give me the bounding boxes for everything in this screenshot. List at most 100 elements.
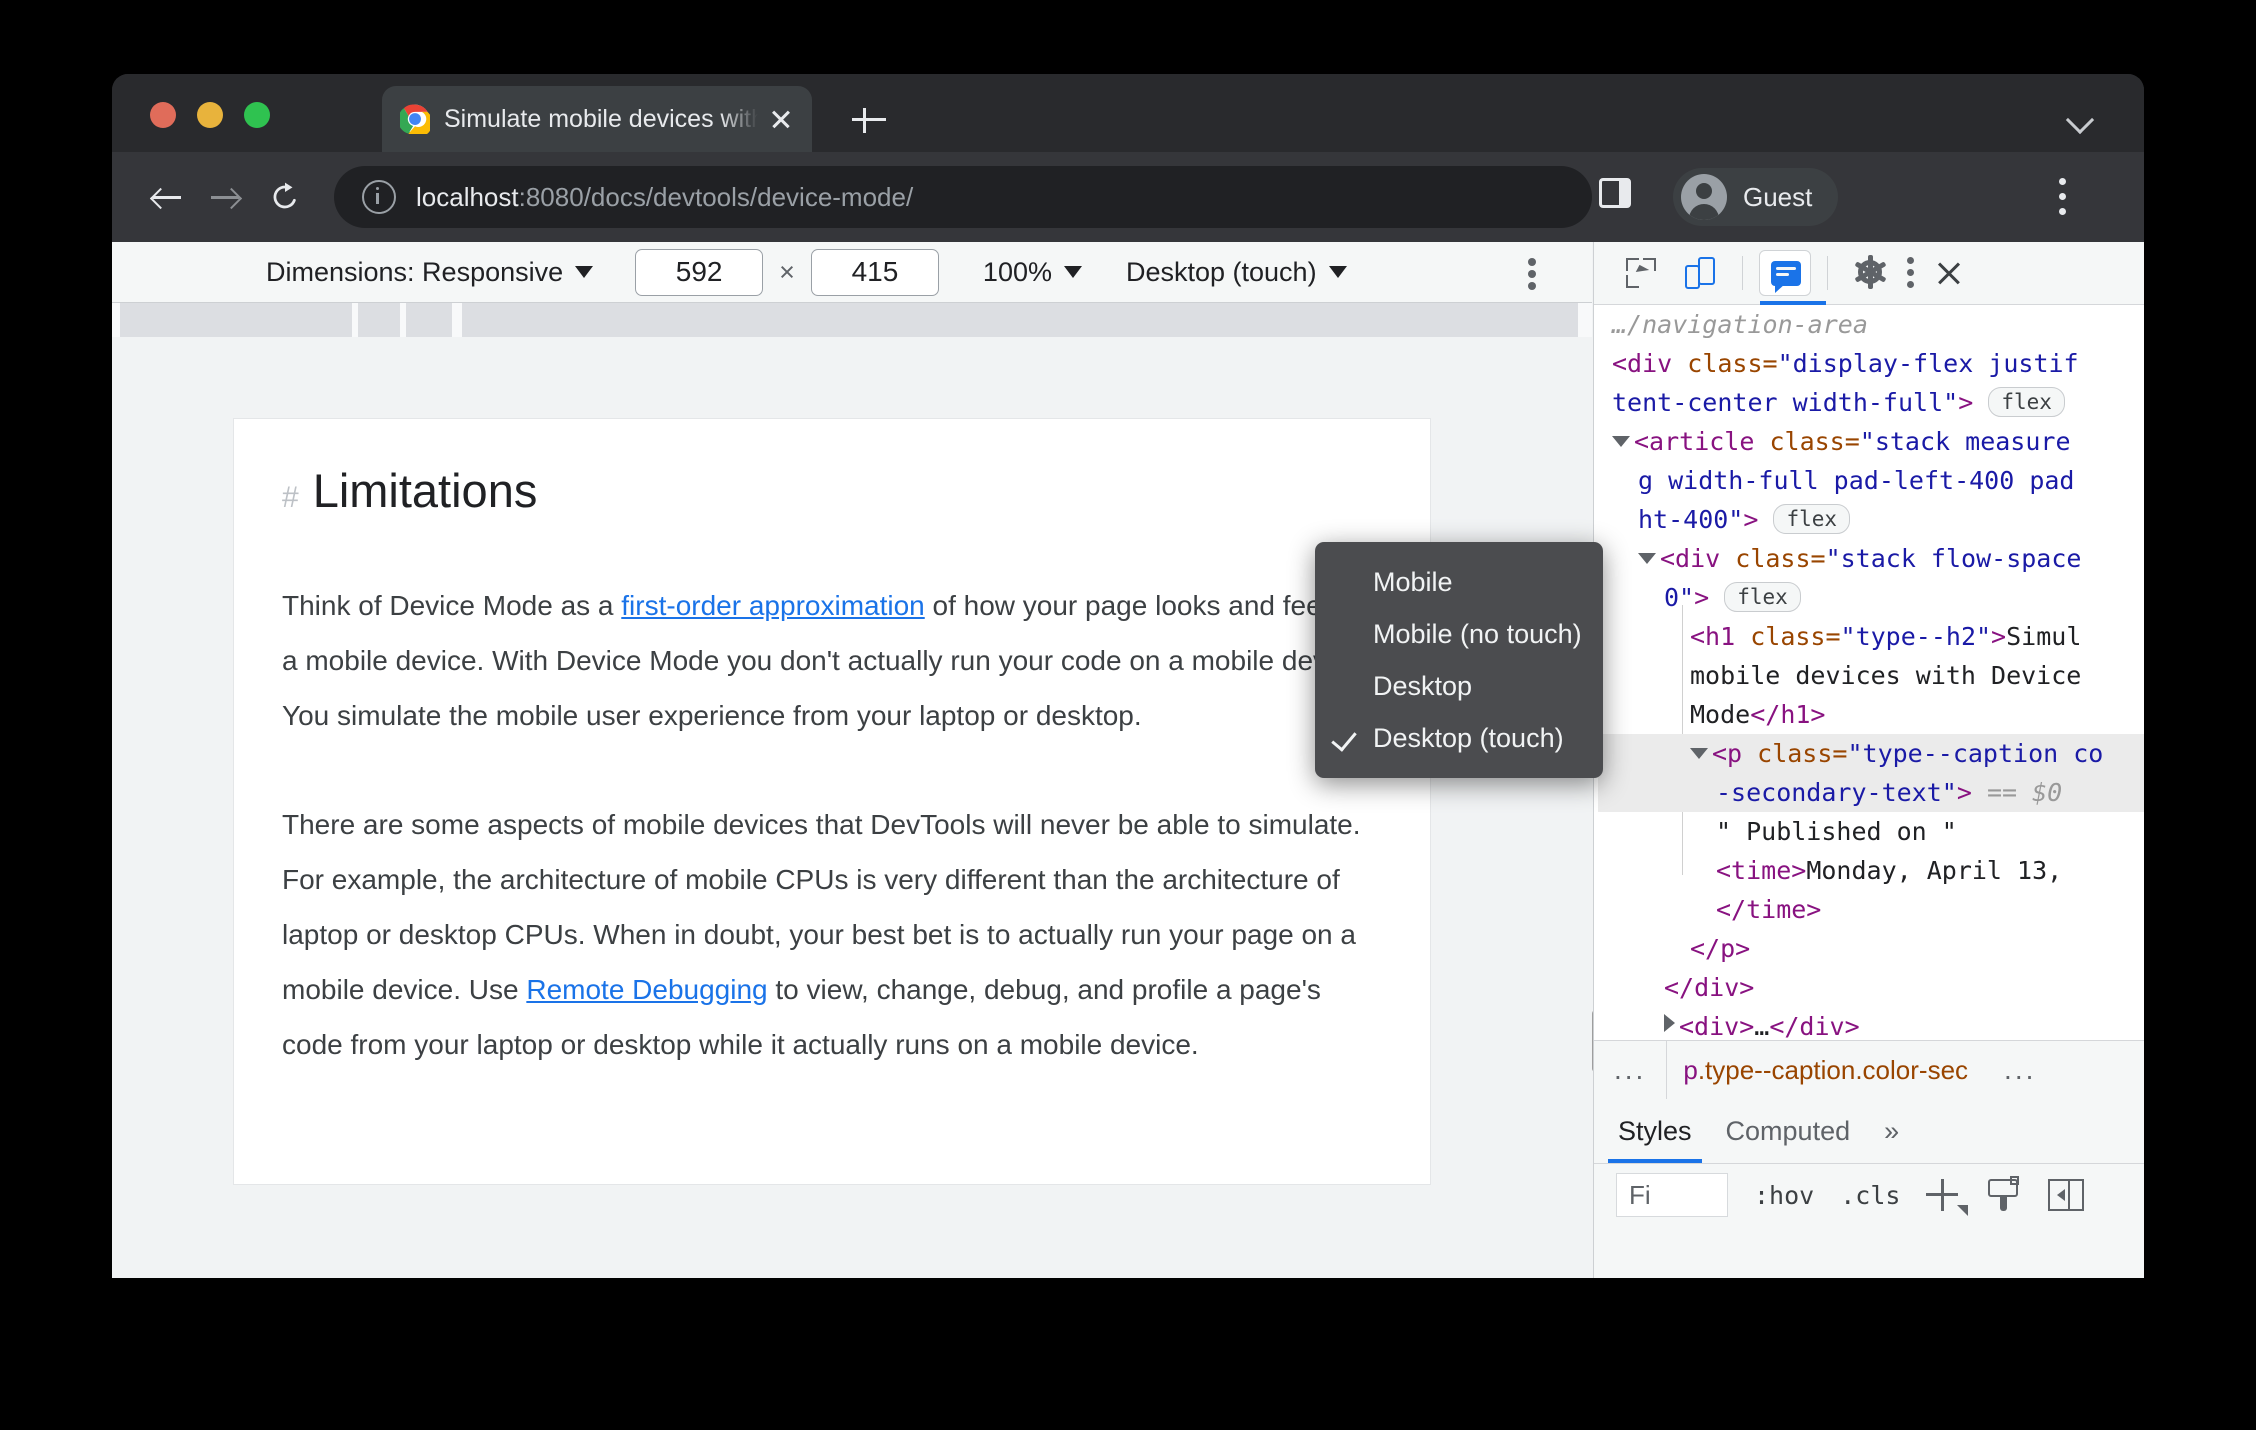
paragraph-2: There are some aspects of mobile devices… bbox=[282, 797, 1382, 1072]
maximize-window-button[interactable] bbox=[244, 102, 270, 128]
p1-before: Think of Device Mode as a bbox=[282, 590, 622, 621]
dom-tree-line[interactable]: <div class="stack flow-space bbox=[1598, 539, 2144, 578]
dom-tree-line[interactable]: …/navigation-area bbox=[1598, 305, 2144, 344]
dom-tree-line[interactable]: <div class="display-flex justif bbox=[1598, 344, 2144, 383]
expand-arrow-icon[interactable] bbox=[1638, 553, 1656, 564]
profile-label: Guest bbox=[1743, 181, 1813, 212]
elements-panel-icon[interactable] bbox=[1759, 250, 1811, 296]
collapse-arrow-icon[interactable] bbox=[1664, 1014, 1675, 1032]
dom-tree-line[interactable]: Mode</h1> bbox=[1598, 695, 2144, 734]
class-toggle-button[interactable]: .cls bbox=[1840, 1181, 1900, 1210]
close-tab-button[interactable] bbox=[764, 102, 798, 136]
expand-arrow-icon[interactable] bbox=[1690, 748, 1708, 759]
browser-menu-icon[interactable] bbox=[2057, 178, 2067, 222]
dimension-separator: × bbox=[779, 256, 795, 287]
inspect-icon[interactable] bbox=[1616, 250, 1668, 296]
dom-tree-line[interactable]: " Published on " bbox=[1598, 812, 2144, 851]
heading-text: Limitations bbox=[312, 464, 538, 517]
more-tabs-icon[interactable]: » bbox=[1884, 1116, 1899, 1147]
height-input[interactable] bbox=[810, 248, 939, 296]
preset-segment[interactable] bbox=[358, 303, 400, 337]
dimensions-dropdown[interactable]: Dimensions: Responsive bbox=[266, 256, 594, 288]
close-window-button[interactable] bbox=[150, 102, 176, 128]
url-text: localhost:8080/docs/devtools/device-mode… bbox=[416, 182, 913, 213]
address-bar[interactable]: localhost:8080/docs/devtools/device-mode… bbox=[334, 166, 1592, 228]
tab-strip: Simulate mobile devices with D bbox=[112, 74, 2144, 152]
site-info-icon[interactable] bbox=[362, 180, 396, 214]
settings-gear-icon[interactable] bbox=[1844, 250, 1896, 296]
expand-arrow-icon[interactable] bbox=[1612, 436, 1630, 447]
forward-button[interactable] bbox=[202, 172, 252, 222]
menu-item-mobile[interactable]: Mobile bbox=[1315, 556, 1603, 608]
device-toolbar-icon[interactable] bbox=[1674, 250, 1726, 296]
dimensions-label: Dimensions: Responsive bbox=[266, 256, 564, 287]
menu-item-label: Mobile bbox=[1373, 566, 1453, 597]
device-type-dropdown[interactable]: Desktop (touch) bbox=[1126, 257, 1347, 288]
dom-tree-line[interactable]: g width-full pad-left-400 pad bbox=[1598, 461, 2144, 500]
dom-tree-line[interactable]: <p class="type--caption co bbox=[1598, 734, 2144, 773]
close-devtools-icon[interactable] bbox=[1926, 250, 1972, 296]
breadcrumb-item[interactable]: p.type--caption.color-sec bbox=[1667, 1055, 1984, 1086]
filter-input[interactable]: Fi bbox=[1616, 1173, 1728, 1217]
toggle-sidebar-icon[interactable] bbox=[2048, 1179, 2085, 1211]
minimize-window-button[interactable] bbox=[197, 102, 223, 128]
preset-segment[interactable] bbox=[462, 303, 1578, 337]
tab-computed[interactable]: Computed bbox=[1726, 1099, 1851, 1163]
menu-item-mobile-no-touch[interactable]: Mobile (no touch) bbox=[1315, 608, 1603, 660]
styles-sidebar-tabs: Styles Computed » bbox=[1594, 1099, 2144, 1164]
chevron-down-icon bbox=[1063, 266, 1082, 278]
chrome-icon bbox=[397, 104, 433, 138]
width-input[interactable] bbox=[635, 248, 764, 296]
hover-state-button[interactable]: :hov bbox=[1754, 1181, 1814, 1210]
more-options-icon[interactable] bbox=[1906, 257, 1914, 289]
device-toolbar-more-icon[interactable] bbox=[1528, 258, 1536, 290]
dom-tree-line[interactable]: <div>…</div> bbox=[1598, 1007, 2144, 1040]
side-panel-icon[interactable] bbox=[1599, 178, 1631, 208]
window-controls[interactable] bbox=[150, 102, 270, 128]
checkmark-icon bbox=[1331, 725, 1357, 752]
dom-tree[interactable]: …/navigation-area <div class="display-fle… bbox=[1594, 305, 2144, 1040]
first-order-approximation-link[interactable]: first-order approximation bbox=[621, 590, 924, 621]
content-area: Dimensions: Responsive × 100% Desktop (t… bbox=[112, 242, 2144, 1278]
new-tab-button[interactable] bbox=[847, 98, 891, 142]
tab-styles[interactable]: Styles bbox=[1608, 1099, 1702, 1163]
breadcrumb: ... p.type--caption.color-sec ... bbox=[1594, 1040, 2144, 1100]
zoom-value: 100% bbox=[982, 256, 1052, 287]
remote-debugging-link[interactable]: Remote Debugging bbox=[526, 974, 767, 1005]
dom-tree-line[interactable]: <h1 class="type--h2">Simul bbox=[1598, 617, 2144, 656]
dom-tree-line[interactable]: -secondary-text"> == $0 bbox=[1598, 773, 2144, 812]
breadcrumb-overflow-left[interactable]: ... bbox=[1594, 1054, 1666, 1086]
profile-button[interactable]: Guest bbox=[1673, 168, 1839, 226]
avatar bbox=[1681, 174, 1727, 220]
divider bbox=[1827, 256, 1828, 290]
preset-segment[interactable] bbox=[406, 303, 452, 337]
dom-tree-line[interactable]: </div> bbox=[1598, 968, 2144, 1007]
divider bbox=[1742, 256, 1743, 290]
preset-segment[interactable] bbox=[120, 303, 352, 337]
browser-tab[interactable]: Simulate mobile devices with D bbox=[382, 86, 812, 152]
computed-styles-brush-icon[interactable] bbox=[1986, 1176, 2022, 1213]
dom-tree-line[interactable]: 0"> flex bbox=[1598, 578, 2144, 617]
breadcrumb-overflow-right[interactable]: ... bbox=[1984, 1054, 2056, 1086]
page-title: # Limitations bbox=[282, 463, 1382, 518]
device-stage: # Limitations Think of Device Mode as a … bbox=[112, 337, 1592, 1278]
reload-button[interactable] bbox=[260, 172, 310, 222]
dom-tree-line[interactable]: <article class="stack measure bbox=[1598, 422, 2144, 461]
page-viewport: # Limitations Think of Device Mode as a … bbox=[234, 419, 1430, 1184]
back-button[interactable] bbox=[144, 172, 194, 222]
browser-window: Simulate mobile devices with D localhost… bbox=[112, 74, 2144, 1278]
zoom-dropdown[interactable]: 100% bbox=[983, 257, 1082, 288]
menu-item-label: Desktop bbox=[1373, 670, 1473, 701]
dom-tree-line[interactable]: mobile devices with Device bbox=[1598, 656, 2144, 695]
breadcrumb-classes: .type--caption.color-sec bbox=[1697, 1054, 1969, 1085]
dom-tree-line[interactable]: </p> bbox=[1598, 929, 2144, 968]
chevron-down-icon[interactable] bbox=[2068, 108, 2094, 134]
dom-tree-line[interactable]: </time> bbox=[1598, 890, 2144, 929]
new-style-rule-button[interactable] bbox=[1926, 1178, 1969, 1216]
dom-tree-line[interactable]: <time>Monday, April 13, bbox=[1598, 851, 2144, 890]
dom-tree-line[interactable]: tent-center width-full"> flex bbox=[1598, 383, 2144, 422]
dom-tree-line[interactable]: ht-400"> flex bbox=[1598, 500, 2144, 539]
menu-item-desktop[interactable]: Desktop bbox=[1315, 660, 1603, 712]
menu-item-desktop-touch[interactable]: Desktop (touch) bbox=[1315, 712, 1603, 764]
devtools-toolbar bbox=[1594, 242, 2144, 305]
